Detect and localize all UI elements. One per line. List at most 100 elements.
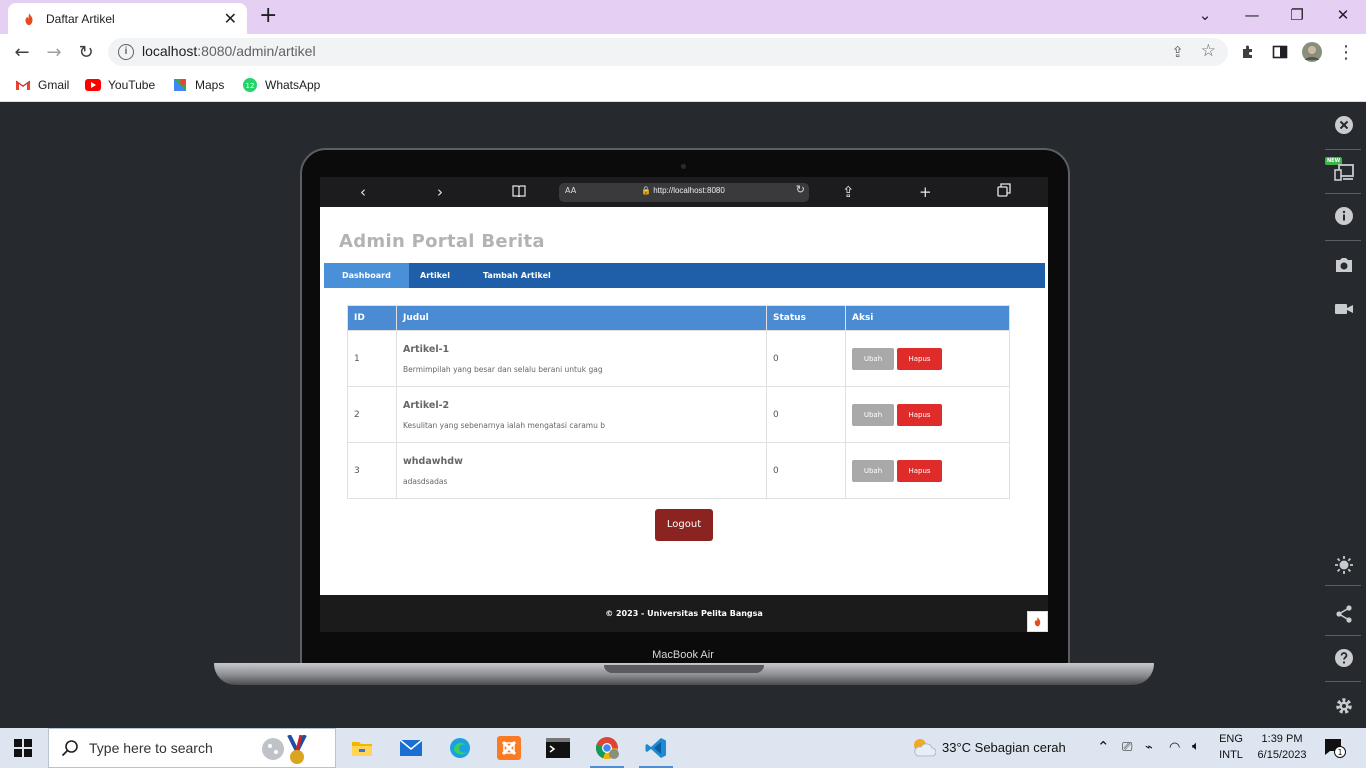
device-frame-viewport: ‹ › AA 🔒 http://localhost:8080 ↻ ⇪ + Adm…	[0, 103, 1366, 728]
screenshot-camera-icon[interactable]	[1333, 254, 1355, 276]
bookmark-maps[interactable]: Maps	[172, 77, 224, 93]
taskbar-file-explorer[interactable]	[339, 728, 385, 768]
search-icon	[61, 739, 79, 761]
windows-taskbar: Type here to search 33°C Sebagian cerah …	[0, 728, 1366, 768]
nav-tambah-artikel[interactable]: Tambah Artikel	[465, 263, 569, 288]
taskbar-edge[interactable]	[437, 728, 483, 768]
bookmarks-bar: Gmail YouTube Maps 12 WhatsApp	[0, 70, 1366, 102]
svg-text:12: 12	[246, 82, 255, 90]
taskbar-xampp[interactable]	[486, 728, 532, 768]
close-tab-icon[interactable]: ✕	[224, 10, 237, 27]
new-tab-button[interactable]: +	[259, 4, 277, 28]
bookmark-gmail[interactable]: Gmail	[15, 77, 69, 93]
profile-avatar[interactable]	[1300, 40, 1324, 64]
article-title: whdawhdw	[403, 455, 463, 467]
taskbar-vscode[interactable]	[633, 728, 679, 768]
cell-judul: Artikel-1 Bermimpilah yang besar dan sel…	[396, 330, 767, 387]
safari-tabs-icon[interactable]	[997, 183, 1011, 201]
device-switch-icon[interactable]	[1333, 161, 1355, 183]
safari-address-bar[interactable]: AA 🔒 http://localhost:8080 ↻	[559, 183, 809, 202]
safari-url-text: 🔒 http://localhost:8080	[641, 186, 725, 195]
windows-start-icon[interactable]	[14, 739, 32, 761]
taskbar-search-box[interactable]: Type here to search	[48, 728, 336, 768]
weather-text[interactable]: 33°C Sebagian cerah	[942, 740, 1066, 755]
svg-text:1: 1	[1337, 748, 1342, 757]
bookmark-whatsapp[interactable]: 12 WhatsApp	[242, 77, 320, 93]
cell-status: 0	[766, 386, 846, 443]
address-bar[interactable]: i localhost:8080/admin/artikel ⇪ ☆	[108, 38, 1228, 66]
reload-icon[interactable]: ↻	[74, 40, 98, 64]
header-id: ID	[347, 305, 397, 331]
header-aksi: Aksi	[845, 305, 1010, 331]
site-footer: © 2023 - Universitas Pelita Bangsa	[320, 595, 1048, 632]
info-icon[interactable]	[1333, 205, 1355, 227]
tray-wifi-icon[interactable]: ◠	[1169, 739, 1180, 755]
url-text[interactable]: localhost:8080/admin/artikel	[142, 43, 316, 59]
safari-reload-icon[interactable]: ↻	[796, 183, 805, 196]
cell-judul: Artikel-2 Kesulitan yang sebenarnya iala…	[396, 386, 767, 443]
safari-forward-icon[interactable]: ›	[437, 183, 443, 201]
youtube-icon	[85, 77, 101, 93]
tab-daftar-artikel[interactable]: Daftar Artikel ✕	[8, 3, 247, 34]
brightness-icon[interactable]	[1333, 554, 1355, 576]
divider	[1325, 635, 1361, 636]
safari-new-tab-icon[interactable]: +	[919, 183, 932, 201]
site-info-icon[interactable]: i	[118, 44, 134, 60]
share-icon[interactable]: ⇪	[1171, 43, 1184, 61]
clock-time[interactable]: 1:39 PM	[1252, 733, 1312, 745]
bookmark-star-icon[interactable]: ☆	[1201, 41, 1216, 61]
bookmark-youtube[interactable]: YouTube	[85, 77, 155, 93]
tray-volume-icon[interactable]: 🔈︎	[1192, 738, 1200, 754]
chrome-menu-icon[interactable]: ⋮	[1334, 40, 1358, 64]
weather-cloud-sun-icon[interactable]	[910, 736, 937, 764]
close-frame-icon[interactable]	[1333, 114, 1355, 136]
delete-button[interactable]: Hapus	[897, 347, 942, 370]
tray-meet-icon[interactable]: ⎚	[1122, 739, 1132, 755]
tray-chevron-icon[interactable]: ⌃	[1097, 738, 1110, 756]
lang-bottom[interactable]: INTL	[1216, 749, 1246, 761]
forward-arrow-icon[interactable]: →	[42, 40, 66, 64]
nav-dashboard[interactable]: Dashboard	[324, 263, 409, 288]
bookmark-label: Maps	[195, 78, 225, 92]
taskbar-terminal[interactable]	[535, 728, 581, 768]
logout-button[interactable]: Logout	[655, 509, 713, 541]
taskbar-mail[interactable]	[388, 728, 434, 768]
nav-artikel[interactable]: Artikel	[402, 263, 468, 288]
taskbar-chrome[interactable]	[584, 728, 630, 768]
edit-button[interactable]: Ubah	[852, 347, 894, 370]
search-highlight-medal-icon	[261, 734, 325, 768]
edit-button[interactable]: Ubah	[852, 403, 894, 426]
settings-gear-icon[interactable]	[1333, 695, 1355, 717]
safari-book-icon[interactable]	[512, 183, 526, 201]
table-row: 1 Artikel-1 Bermimpilah yang besar dan s…	[347, 330, 1010, 387]
safari-reader-aa[interactable]: AA	[565, 186, 576, 195]
record-video-icon[interactable]	[1333, 298, 1355, 320]
article-table: ID Judul Status Aksi 1 Artikel-1 Bermimp…	[347, 305, 1010, 499]
safari-share-icon[interactable]: ⇪	[842, 183, 855, 201]
extensions-puzzle-icon[interactable]	[1236, 40, 1260, 64]
footer-copyright: © 2023 - Universitas Pelita Bangsa	[605, 609, 763, 618]
article-excerpt: Bermimpilah yang besar dan selalu berani…	[403, 364, 603, 374]
help-icon[interactable]	[1333, 647, 1355, 669]
safari-back-icon[interactable]: ‹	[360, 183, 366, 201]
notification-center-icon[interactable]: 1	[1324, 738, 1346, 762]
article-title: Artikel-2	[403, 399, 450, 411]
close-window-button[interactable]: ✕	[1320, 4, 1366, 26]
tray-battery-plug-icon[interactable]: ⌁	[1145, 739, 1153, 755]
article-excerpt: adasdsadas	[403, 476, 448, 486]
lang-top[interactable]: ENG	[1216, 733, 1246, 745]
delete-button[interactable]: Hapus	[897, 459, 942, 482]
share-nodes-icon[interactable]	[1333, 603, 1355, 625]
back-arrow-icon[interactable]: ←	[10, 40, 34, 64]
clock-date[interactable]: 6/15/2023	[1252, 749, 1312, 761]
delete-button[interactable]: Hapus	[897, 403, 942, 426]
cell-id: 2	[347, 386, 397, 443]
tab-search-chevron-icon[interactable]: ⌄	[1182, 4, 1228, 26]
cell-id: 1	[347, 330, 397, 387]
cell-status: 0	[766, 442, 846, 499]
codeigniter-debug-toolbar-icon[interactable]	[1027, 611, 1048, 632]
side-panel-icon[interactable]	[1268, 40, 1292, 64]
restore-button[interactable]: ❐	[1274, 4, 1320, 26]
edit-button[interactable]: Ubah	[852, 459, 894, 482]
minimize-button[interactable]: —	[1229, 4, 1275, 26]
